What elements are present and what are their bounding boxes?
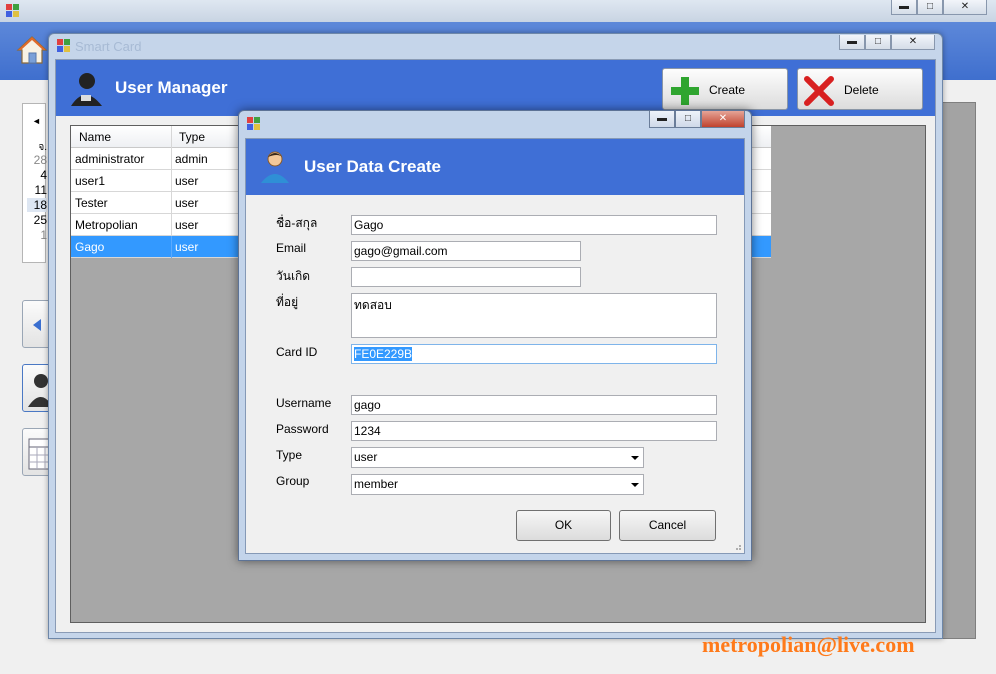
cell-type: admin [175, 152, 208, 166]
column-header-name[interactable]: Name [79, 130, 111, 144]
calendar-day[interactable]: 4 [27, 168, 47, 182]
address-textarea[interactable]: ทดสอบ [351, 293, 717, 338]
calendar-day[interactable]: 25 [27, 213, 47, 227]
user-icon [71, 73, 102, 106]
column-divider [171, 192, 172, 214]
cancel-button[interactable]: Cancel [619, 510, 716, 541]
main-close-button[interactable]: ✕ [943, 0, 987, 15]
cell-name: user1 [75, 174, 106, 188]
cell-name: Metropolian [75, 218, 138, 232]
main-titlebar: ▬ □ ✕ [0, 0, 996, 22]
password-label: Password [276, 422, 329, 436]
um-minimize-button[interactable]: ▬ [839, 35, 865, 50]
calendar-day[interactable]: 28 [27, 153, 47, 167]
group-select-value: member [354, 477, 399, 491]
app-icon [247, 117, 260, 130]
group-label: Group [276, 474, 310, 488]
delete-button-label: Delete [844, 83, 879, 97]
user-manager-title: User Manager [115, 78, 228, 97]
cell-name: Gago [75, 240, 105, 254]
um-maximize-button[interactable]: □ [865, 35, 891, 50]
cell-type: user [175, 218, 199, 232]
dialog-minimize-button[interactable]: ▬ [649, 111, 675, 128]
user-manager-titlebar: Smart Card ▬ □ ✕ [49, 34, 942, 58]
cell-type: user [175, 196, 199, 210]
cell-type: user [175, 240, 199, 254]
email-field[interactable]: gago@gmail.com [351, 241, 581, 261]
type-select[interactable]: user [351, 447, 644, 468]
user-data-create-dialog: ▬ □ ✕ User Data Create ชื่อ-สกุล Gago Em… [238, 110, 752, 561]
delete-x-icon [804, 76, 834, 106]
create-plus-icon [671, 77, 699, 105]
watermark: metropolian@live.com [702, 632, 915, 657]
app-icon [57, 39, 70, 52]
chevron-down-icon [631, 456, 639, 460]
um-close-button[interactable]: ✕ [891, 35, 935, 50]
column-divider [171, 236, 172, 258]
create-button-label: Create [709, 83, 746, 97]
calendar-day[interactable]: 18 [27, 198, 47, 212]
type-select-value: user [354, 450, 378, 464]
user-manager-header: User Manager Create Delete [56, 60, 935, 116]
cell-name: Tester [75, 196, 108, 210]
fullname-label: ชื่อ-สกุล [276, 216, 318, 230]
delete-button[interactable]: Delete [797, 68, 923, 110]
birthday-label: วันเกิด [276, 269, 311, 283]
email-label: Email [276, 241, 307, 255]
dialog-maximize-button[interactable]: □ [675, 111, 701, 128]
home-icon[interactable] [16, 34, 48, 66]
birthday-field[interactable] [351, 267, 581, 287]
dialog-header: User Data Create [246, 139, 744, 195]
app-icon [6, 4, 19, 17]
dialog-title: User Data Create [304, 157, 442, 176]
address-label: ที่อยู่ [276, 295, 299, 309]
column-divider [171, 214, 172, 236]
dialog-body: User Data Create ชื่อ-สกุล Gago Email ga… [245, 138, 745, 554]
card-id-field[interactable]: FE0E229B [351, 344, 717, 364]
column-header-type[interactable]: Type [179, 130, 205, 144]
fullname-field[interactable]: Gago [351, 215, 717, 235]
column-divider [171, 148, 172, 170]
create-button[interactable]: Create [662, 68, 788, 110]
calendar-day[interactable]: 11 [27, 183, 47, 197]
main-maximize-button[interactable]: □ [917, 0, 943, 15]
cell-type: user [175, 174, 199, 188]
user-manager-window-title: Smart Card [75, 39, 142, 54]
type-label: Type [276, 448, 303, 462]
cell-name: administrator [75, 152, 145, 166]
dialog-close-button[interactable]: ✕ [701, 111, 745, 128]
ok-button[interactable]: OK [516, 510, 611, 541]
column-divider [171, 126, 172, 148]
user-icon [261, 151, 289, 183]
column-divider [171, 170, 172, 192]
group-select[interactable]: member [351, 474, 644, 495]
username-label: Username [276, 396, 332, 410]
password-field[interactable]: 1234 [351, 421, 717, 441]
card-id-selected-text: FE0E229B [354, 347, 413, 361]
username-field[interactable]: gago [351, 395, 717, 415]
resize-grip-icon[interactable] [732, 541, 742, 551]
calendar-day[interactable]: 1 [27, 228, 47, 242]
calendar-panel: ◄ จ. 28 4 11 18 25 1 [22, 103, 47, 263]
card-id-label: Card ID [276, 345, 318, 359]
main-minimize-button[interactable]: ▬ [891, 0, 917, 15]
calendar-prev-button[interactable]: ◄ [32, 116, 41, 126]
chevron-down-icon [631, 483, 639, 487]
